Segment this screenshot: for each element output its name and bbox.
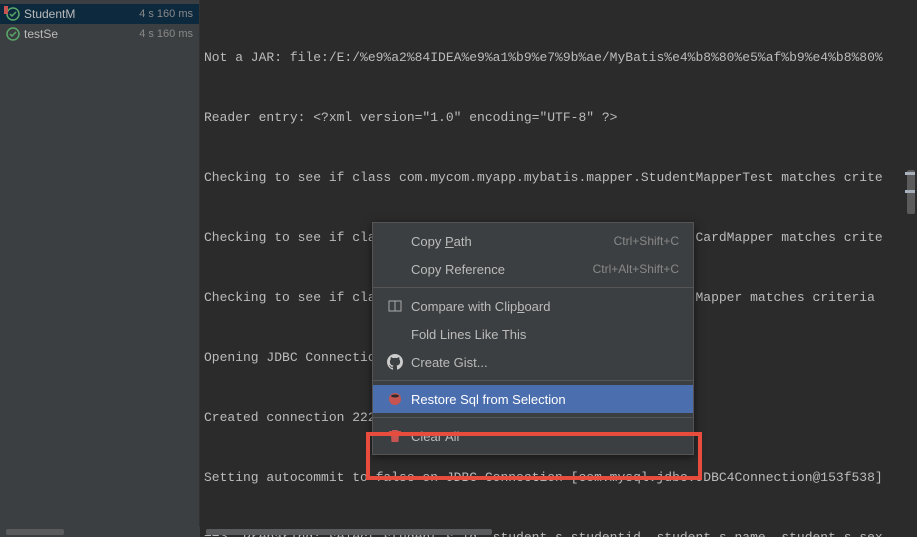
blank-icon bbox=[387, 233, 403, 249]
context-menu: Copy Path Ctrl+Shift+C Copy Reference Ct… bbox=[372, 222, 694, 455]
test-pass-icon bbox=[6, 27, 20, 41]
test-pass-icon bbox=[6, 7, 20, 21]
test-name-label: StudentM bbox=[24, 7, 135, 21]
test-name-label: testSe bbox=[24, 27, 135, 41]
compare-icon bbox=[387, 298, 403, 314]
sidebar-hscrollbar[interactable] bbox=[6, 529, 64, 535]
console-hscrollbar[interactable] bbox=[206, 529, 492, 535]
scrollbar-thumb[interactable] bbox=[907, 170, 915, 214]
menu-restore-sql[interactable]: Restore Sql from Selection bbox=[373, 385, 693, 413]
test-time-label: 4 s 160 ms bbox=[139, 28, 193, 40]
menu-label: Copy Path bbox=[411, 234, 614, 249]
test-tree-sidebar: StudentM 4 s 160 ms testSe 4 s 160 ms bbox=[0, 0, 200, 537]
menu-label: Compare with Clipboard bbox=[411, 299, 679, 314]
test-item-student[interactable]: StudentM 4 s 160 ms bbox=[0, 4, 199, 24]
menu-copy-reference[interactable]: Copy Reference Ctrl+Alt+Shift+C bbox=[373, 255, 693, 283]
menu-compare-clipboard[interactable]: Compare with Clipboard bbox=[373, 292, 693, 320]
menu-copy-path[interactable]: Copy Path Ctrl+Shift+C bbox=[373, 227, 693, 255]
test-marker-icon bbox=[4, 6, 8, 14]
blank-icon bbox=[387, 326, 403, 342]
console-line: Reader entry: <?xml version="1.0" encodi… bbox=[204, 108, 913, 128]
menu-fold-lines[interactable]: Fold Lines Like This bbox=[373, 320, 693, 348]
test-item-testse[interactable]: testSe 4 s 160 ms bbox=[0, 24, 199, 44]
menu-label: Fold Lines Like This bbox=[411, 327, 679, 342]
blank-icon bbox=[387, 261, 403, 277]
test-time-label: 4 s 160 ms bbox=[139, 8, 193, 20]
sql-icon bbox=[387, 391, 403, 407]
menu-clear-all[interactable]: Clear All bbox=[373, 422, 693, 450]
menu-shortcut: Ctrl+Alt+Shift+C bbox=[593, 262, 679, 276]
console-line: Not a JAR: file:/E:/%e9%a2%84IDEA%e9%a1%… bbox=[204, 48, 913, 68]
menu-label: Clear All bbox=[411, 429, 679, 444]
menu-separator bbox=[373, 417, 693, 418]
menu-label: Create Gist... bbox=[411, 355, 679, 370]
github-icon bbox=[387, 354, 403, 370]
menu-label: Restore Sql from Selection bbox=[411, 392, 679, 407]
console-line: Setting autocommit to false on JDBC Conn… bbox=[204, 468, 913, 488]
menu-shortcut: Ctrl+Shift+C bbox=[614, 234, 679, 248]
console-line: Checking to see if class com.mycom.myapp… bbox=[204, 168, 913, 188]
trash-icon bbox=[387, 428, 403, 444]
menu-separator bbox=[373, 287, 693, 288]
menu-separator bbox=[373, 380, 693, 381]
menu-label: Copy Reference bbox=[411, 262, 593, 277]
console-scrollbar[interactable] bbox=[905, 0, 915, 537]
menu-create-gist[interactable]: Create Gist... bbox=[373, 348, 693, 376]
